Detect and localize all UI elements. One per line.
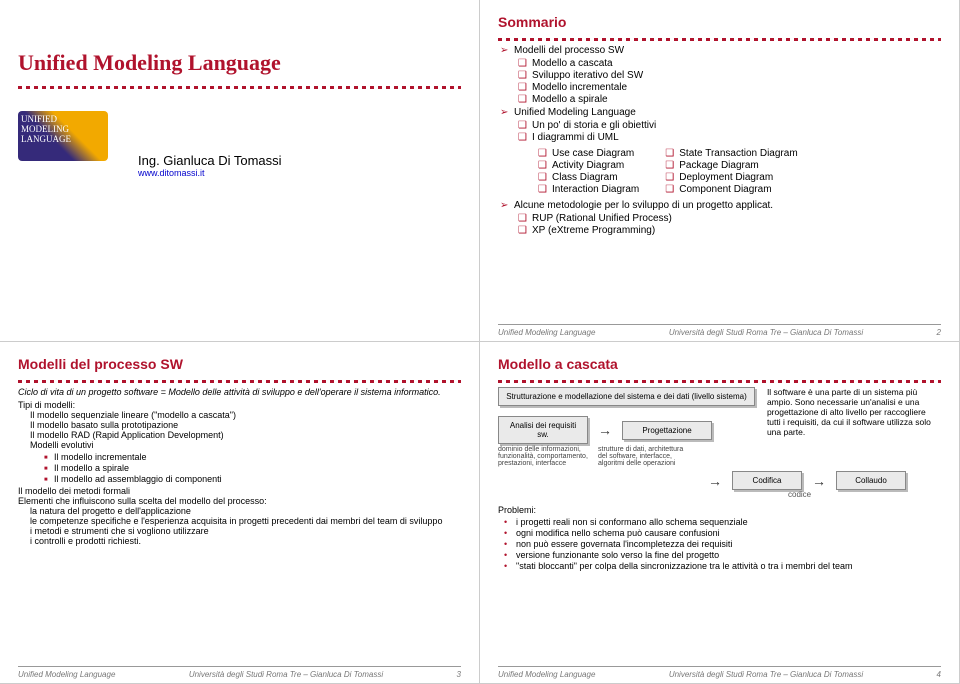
- flow-box: Codifica: [732, 471, 802, 490]
- page-number: 4: [937, 670, 941, 679]
- divider: [18, 86, 461, 89]
- page-number: 2: [937, 328, 941, 337]
- list-item: Il modello RAD (Rapid Application Develo…: [18, 430, 461, 440]
- list-item: Component Diagram: [679, 184, 797, 195]
- footer: Unified Modeling Language Università deg…: [18, 666, 461, 679]
- slide-sommario: Sommario Modelli del processo SW Modello…: [480, 0, 960, 342]
- author-site[interactable]: www.ditomassi.it: [138, 168, 282, 178]
- main-title: Unified Modeling Language: [18, 50, 461, 76]
- list-item: la natura del progetto e dell'applicazio…: [18, 506, 461, 516]
- list-item: Il modello ad assemblaggio di componenti: [54, 474, 461, 484]
- list-item: Use case Diagram: [552, 148, 639, 159]
- arrow-icon: →: [598, 422, 612, 438]
- list-item: Modelli del processo SW: [514, 45, 941, 56]
- list-item: Il modello a spirale: [54, 463, 461, 473]
- list-item: State Transaction Diagram: [679, 148, 797, 159]
- flow-box: Strutturazione e modellazione del sistem…: [498, 387, 755, 406]
- flow-box: Analisi dei requisiti sw.: [498, 416, 588, 444]
- list-item: Package Diagram: [679, 160, 797, 171]
- list-item: Activity Diagram: [552, 160, 639, 171]
- list-item: i controlli e prodotti richiesti.: [18, 536, 461, 546]
- footer-mid: Università degli Studi Roma Tre – Gianlu…: [669, 328, 863, 337]
- list-item: RUP (Rational Unified Process): [532, 213, 941, 224]
- list-item: le competenze specifiche e l'esperienza …: [18, 516, 461, 526]
- arrow-icon: →: [812, 473, 826, 489]
- list-item: I diagrammi di UML: [532, 132, 941, 143]
- slide-modelli: Modelli del processo SW Ciclo di vita di…: [0, 342, 480, 684]
- logo-line: MODELING: [21, 124, 105, 134]
- arrow-icon: →: [708, 473, 722, 489]
- list-item: non può essere governata l'incompletezza…: [516, 539, 941, 549]
- footer-left: Unified Modeling Language: [498, 328, 595, 337]
- author-name: Ing. Gianluca Di Tomassi: [138, 153, 282, 168]
- list-item: Il modello dei metodi formali: [18, 486, 461, 496]
- subhead: Problemi:: [498, 505, 941, 515]
- divider: [498, 380, 941, 383]
- logo-line: UNIFIED: [21, 114, 105, 124]
- list-item: Interaction Diagram: [552, 184, 639, 195]
- list-item: ogni modifica nello schema può causare c…: [516, 528, 941, 538]
- list-item: Il modello incrementale: [54, 452, 461, 462]
- flow-box: Collaudo: [836, 471, 906, 490]
- list-item: i metodi e strumenti che si vogliono uti…: [18, 526, 461, 536]
- list-item: versione funzionante solo verso la fine …: [516, 550, 941, 560]
- footer: Unified Modeling Language Università deg…: [498, 324, 941, 337]
- list-item: Un po' di storia e gli obiettivi: [532, 120, 941, 131]
- divider: [498, 38, 941, 41]
- list-item: Sviluppo iterativo del SW: [532, 70, 941, 81]
- list-item: "stati bloccanti" per colpa della sincro…: [516, 561, 941, 571]
- list-item: Alcune metodologie per lo sviluppo di un…: [514, 200, 941, 211]
- slide-title: Modello a cascata: [498, 356, 941, 372]
- subhead: Elementi che influiscono sulla scelta de…: [18, 496, 461, 506]
- slide-cascata: Modello a cascata Strutturazione e model…: [480, 342, 960, 684]
- list-item: Il modello basato sulla prototipazione: [18, 420, 461, 430]
- list-item: Unified Modeling Language: [514, 107, 941, 118]
- slide-title: Sommario: [498, 14, 941, 30]
- list-item: Modello a spirale: [532, 94, 941, 105]
- uml-logo-icon: UNIFIED MODELING LANGUAGE: [18, 111, 108, 161]
- flow-box: Progettazione: [622, 421, 712, 440]
- list-item: Class Diagram: [552, 172, 639, 183]
- logo-line: LANGUAGE: [21, 134, 105, 144]
- list-item: Deployment Diagram: [679, 172, 797, 183]
- slide-title: Unified Modeling Language UNIFIED MODELI…: [0, 0, 480, 342]
- list-item: Modelli evolutivi: [18, 440, 461, 450]
- list-item: Il modello sequenziale lineare ("modello…: [18, 410, 461, 420]
- footer-mid: Università degli Studi Roma Tre – Gianlu…: [669, 670, 863, 679]
- caption: strutture di dati, architettura del soft…: [598, 446, 688, 467]
- subhead: Tipi di modelli:: [18, 400, 461, 410]
- list-item: Modello a cascata: [532, 58, 941, 69]
- footer-mid: Università degli Studi Roma Tre – Gianlu…: [189, 670, 383, 679]
- caption: codice: [788, 490, 941, 499]
- footer: Unified Modeling Language Università deg…: [498, 666, 941, 679]
- intro-text: Ciclo di vita di un progetto software = …: [18, 387, 461, 397]
- divider: [18, 380, 461, 383]
- footer-left: Unified Modeling Language: [18, 670, 115, 679]
- list-item: Modello incrementale: [532, 82, 941, 93]
- slide-title: Modelli del processo SW: [18, 356, 461, 372]
- side-note: Il software è una parte di un sistema pi…: [767, 387, 941, 437]
- page-number: 3: [457, 670, 461, 679]
- caption: dominio delle informazioni, funzionalità…: [498, 446, 588, 467]
- list-item: XP (eXtreme Programming): [532, 225, 941, 236]
- list-item: i progetti reali non si conformano allo …: [516, 517, 941, 527]
- footer-left: Unified Modeling Language: [498, 670, 595, 679]
